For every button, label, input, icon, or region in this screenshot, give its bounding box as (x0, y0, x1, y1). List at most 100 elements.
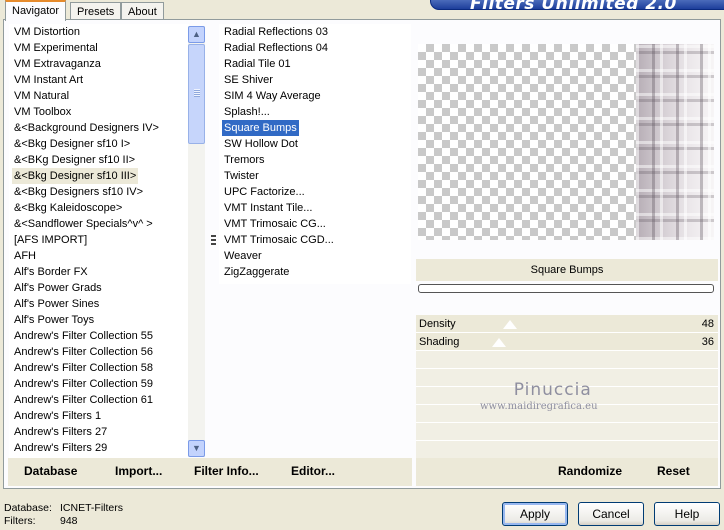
tab-about[interactable]: About (121, 2, 164, 20)
filter-item[interactable]: Twister (219, 168, 411, 184)
category-item[interactable]: Andrew's Filters 1 (9, 408, 189, 424)
watermark: Pinuccia www.maidiregrafica.eu (480, 380, 598, 412)
param-label: Shading (419, 336, 460, 348)
category-item[interactable]: &<Bkg Kaleidoscope> (9, 200, 189, 216)
filter-item[interactable]: SE Shiver (219, 72, 411, 88)
tab-presets[interactable]: Presets (70, 2, 122, 20)
randomize-link[interactable]: Randomize (558, 464, 622, 478)
category-item[interactable]: Andrew's Filter Collection 59 (9, 376, 189, 392)
category-item[interactable]: Andrew's Filters 29 (9, 440, 189, 456)
category-item-label: Andrew's Filter Collection 59 (14, 378, 154, 390)
category-item-label: Alf's Power Toys (14, 314, 95, 326)
category-item[interactable]: VM Distortion (9, 24, 189, 40)
square-bumps-preview (636, 44, 714, 240)
category-item[interactable]: VM Natural (9, 88, 189, 104)
apply-button[interactable]: Apply (502, 502, 568, 526)
param-row-density[interactable]: Density 48 (416, 315, 718, 333)
filter-item[interactable]: VMT Trimosaic CG... (219, 216, 411, 232)
filter-item[interactable]: VMT Instant Tile... (219, 200, 411, 216)
slider-thumb-icon[interactable] (503, 320, 517, 329)
filter-item-label: Radial Tile 01 (224, 58, 291, 70)
category-item-label: Andrew's Filter Collection 58 (14, 362, 154, 374)
category-item[interactable]: &<Sandflower Specials^v^ > (9, 216, 189, 232)
category-item[interactable]: VM Instant Art (9, 72, 189, 88)
param-value: 36 (701, 336, 714, 348)
filter-item-label: Radial Reflections 04 (224, 42, 328, 54)
filter-item[interactable]: Tremors (219, 152, 411, 168)
category-item-label: Andrew's Filters 29 (14, 442, 108, 454)
category-item[interactable]: Alf's Power Grads (9, 280, 189, 296)
filter-item-label: Tremors (224, 154, 265, 166)
cancel-button[interactable]: Cancel (578, 502, 644, 526)
category-item-label: &<Bkg Designer sf10 III> (12, 168, 139, 184)
category-item-label: AFH (14, 250, 36, 262)
category-item[interactable]: &<Bkg Designers sf10 IV> (9, 184, 189, 200)
database-link[interactable]: Database (24, 464, 77, 478)
category-item-label: Andrew's Filters 27 (14, 426, 108, 438)
param-slider[interactable] (462, 333, 678, 351)
category-item[interactable]: VM Extravaganza (9, 56, 189, 72)
category-scrollbar[interactable]: ▲ ▼ (188, 26, 205, 457)
slider-thumb-icon[interactable] (492, 338, 506, 347)
category-item[interactable]: Andrew's Filter Collection 61 (9, 392, 189, 408)
watermark-url: www.maidiregrafica.eu (480, 401, 598, 412)
category-item[interactable]: &<BKg Designer sf10 II> (9, 152, 189, 168)
tab-navigator[interactable]: Navigator (5, 0, 67, 21)
category-item-label: Alf's Border FX (14, 266, 88, 278)
scroll-up-icon[interactable]: ▲ (188, 26, 205, 43)
category-item[interactable]: Andrew's Filters 27 (9, 424, 189, 440)
category-item[interactable]: Alf's Power Sines (9, 296, 189, 312)
category-item[interactable]: &<Background Designers IV> (9, 120, 189, 136)
category-item-label: &<Bkg Kaleidoscope> (14, 202, 123, 214)
scroll-thumb[interactable] (188, 44, 205, 144)
category-item[interactable]: Andrew's Filter Collection 56 (9, 344, 189, 360)
category-item[interactable]: Andrew's Filter Collection 58 (9, 360, 189, 376)
category-item[interactable]: Andrew's Filter Collection 55 (9, 328, 189, 344)
filter-item[interactable]: VMT Trimosaic CGD... (211, 232, 411, 248)
filter-item-label: VMT Trimosaic CG... (224, 218, 326, 230)
filter-name-label: Square Bumps (416, 259, 718, 281)
param-value: 48 (701, 318, 714, 330)
filter-item[interactable]: Splash!... (219, 104, 411, 120)
category-list[interactable]: VM Distortion VM Experimental VM Extravaga… (9, 24, 189, 458)
filter-list[interactable]: Radial Reflections 03 Radial Reflections … (211, 24, 411, 284)
filter-item[interactable]: Weaver (219, 248, 411, 264)
category-item[interactable]: [AFS IMPORT] (9, 232, 189, 248)
filter-item[interactable]: Radial Reflections 03 (219, 24, 411, 40)
filter-item[interactable]: Radial Tile 01 (219, 56, 411, 72)
param-row-shading[interactable]: Shading 36 (416, 333, 718, 351)
category-item[interactable]: AFH (9, 248, 189, 264)
filter-item-label: SE Shiver (224, 74, 273, 86)
scroll-down-icon[interactable]: ▼ (188, 440, 205, 457)
filter-item[interactable]: SIM 4 Way Average (219, 88, 411, 104)
filter-item-label: VMT Trimosaic CGD... (224, 234, 334, 246)
control-link-bar: Randomize Reset (416, 458, 718, 486)
category-item[interactable]: Alf's Border FX (9, 264, 189, 280)
filter-item-label: ZigZaggerate (224, 266, 290, 278)
category-item-label: Andrew's Filter Collection 55 (14, 330, 154, 342)
category-item-label: &<Sandflower Specials^v^ > (14, 218, 153, 230)
category-item-label: &<Bkg Designer sf10 I> (14, 138, 131, 150)
import-link[interactable]: Import... (115, 464, 162, 478)
filter-info-link[interactable]: Filter Info... (194, 464, 259, 478)
category-item[interactable]: VM Experimental (9, 40, 189, 56)
param-slider[interactable] (462, 315, 678, 333)
category-item[interactable]: VM Toolbox (9, 104, 189, 120)
category-item[interactable]: &<Bkg Designer sf10 I> (9, 136, 189, 152)
filter-item-label: SIM 4 Way Average (224, 90, 321, 102)
filter-item[interactable]: ZigZaggerate (219, 264, 411, 280)
reset-link[interactable]: Reset (657, 464, 690, 478)
category-item-label: VM Natural (14, 90, 70, 102)
filter-item[interactable]: Radial Reflections 04 (219, 40, 411, 56)
database-status-value: ICNET-Filters (60, 502, 123, 514)
filter-item[interactable]: Square Bumps (219, 120, 411, 136)
category-item[interactable]: &<Bkg Designer sf10 III> (9, 168, 189, 184)
filter-item[interactable]: UPC Factorize... (219, 184, 411, 200)
category-item[interactable]: Alf's Power Toys (9, 312, 189, 328)
category-item-label: [AFS IMPORT] (14, 234, 88, 246)
help-button[interactable]: Help (654, 502, 720, 526)
filter-item[interactable]: SW Hollow Dot (219, 136, 411, 152)
param-row-empty (416, 441, 718, 459)
category-item-label: VM Extravaganza (14, 58, 101, 70)
editor-link[interactable]: Editor... (291, 464, 335, 478)
